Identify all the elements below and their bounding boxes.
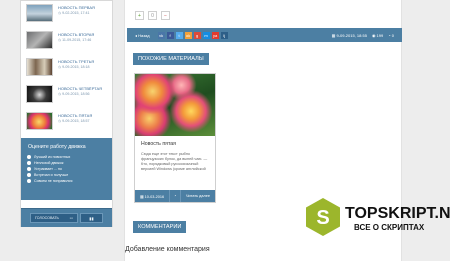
watermark-logo: S [306, 198, 340, 236]
post-comments: ◔ 0 [388, 33, 394, 38]
back-label: Назад [138, 32, 150, 38]
list-item[interactable]: НОВОСТЬ ВТОРАЯ 11-09-2015, 17:46 [26, 31, 108, 58]
poll-block: Оцените работу движка Лучший из новостны… [21, 138, 112, 200]
ballot-icon: ▭ [69, 216, 73, 220]
vote-button[interactable]: ГОЛОСОВАТЬ ▭ [30, 213, 78, 223]
comments-heading: КОММЕНТАРИИ [133, 221, 187, 233]
watermark-title: TOPSKRIPT.NET [345, 205, 450, 222]
post-comments-value: 0 [391, 32, 394, 38]
yandex-share-icon[interactable]: ya [211, 31, 219, 39]
rating-neutral-button[interactable]: 0 [148, 11, 157, 20]
list-item[interactable]: НОВОСТЬ ПЯТАЯ 9-09-2015, 18:57 [26, 112, 108, 139]
poll-actions: ГОЛОСОВАТЬ ▭ ▮▮ [21, 208, 112, 227]
post-meta: ▦ 9-09-2015, 18:55 ◉ 199 ◔ 0 [332, 33, 394, 38]
odnoklassniki-share-icon[interactable]: ok [184, 31, 192, 39]
news-date: 9-09-2015, 18:56 [58, 91, 102, 97]
news-thumbnail[interactable] [26, 85, 53, 103]
list-item[interactable]: НОВОСТЬ ПЕРВАЯ 9-02-2015, 17:41 [26, 4, 108, 31]
add-comment-heading: Добавление комментария [125, 246, 210, 253]
news-thumbnail[interactable] [26, 58, 53, 76]
read-more-link[interactable]: Читать далее [181, 194, 215, 198]
livejournal-share-icon[interactable]: lj [220, 31, 228, 39]
post-views-value: 199 [376, 32, 384, 38]
related-card[interactable]: Новость пятая Сюда еще этот текст рыбно … [134, 73, 216, 203]
news-date: 9-09-2015, 18:57 [58, 118, 92, 124]
poll-option-label: Совсем не понравился [34, 179, 73, 183]
poll-option[interactable]: Совсем не понравился [27, 178, 106, 184]
post-date-value: 9-09-2015, 18:55 [336, 32, 367, 38]
facebook-share-icon[interactable]: f [166, 31, 174, 39]
watermark-subtitle: ВСЕ О СКРИПТАХ [354, 223, 425, 232]
list-item[interactable]: НОВОСТЬ ЧЕТВЁРТАЯ 9-09-2015, 18:56 [26, 85, 108, 112]
related-card-date: ▦ 10-03-2016 [135, 194, 169, 199]
news-thumbnail[interactable] [26, 4, 53, 22]
post-views: ◉ 199 [372, 33, 383, 38]
news-date: 9-02-2015, 17:41 [58, 10, 95, 16]
related-card-title[interactable]: Новость пятая [135, 136, 215, 149]
watermark-logo-letter: S [316, 207, 329, 229]
related-card-image[interactable] [135, 74, 215, 136]
news-date: 11-09-2015, 17:46 [58, 37, 94, 43]
sidebar: НОВОСТЬ ПЕРВАЯ 9-02-2015, 17:41 НОВОСТЬ … [20, 0, 113, 227]
related-materials-heading: ПОХОЖИЕ МАТЕРИАЛЫ [133, 53, 209, 65]
comment-icon: ◔ [169, 190, 181, 202]
related-card-text: Сюда еще этот текст рыбно французских бу… [141, 152, 208, 171]
poll-title: Оцените работу движка [28, 144, 86, 150]
related-card-footer: ▦ 10-03-2016 ◔ Читать далее [135, 190, 215, 202]
back-link[interactable]: ◂ Назад [135, 33, 150, 38]
news-date: 9-09-2015, 18:18 [58, 64, 94, 70]
rating-controls: + 0 − [135, 11, 170, 20]
vote-button-label: ГОЛОСОВАТЬ [35, 216, 59, 220]
twitter-share-icon[interactable]: t [175, 31, 183, 39]
mailru-share-icon[interactable]: m [202, 31, 210, 39]
rating-minus-button[interactable]: − [161, 11, 170, 20]
radio-icon[interactable] [27, 173, 31, 177]
vk-share-icon[interactable]: vk [157, 31, 165, 39]
news-list: НОВОСТЬ ПЕРВАЯ 9-02-2015, 17:41 НОВОСТЬ … [21, 1, 112, 139]
google-share-icon[interactable]: g [193, 31, 201, 39]
bar-chart-icon: ▮▮ [89, 215, 94, 221]
radio-icon[interactable] [27, 179, 31, 183]
list-item[interactable]: НОВОСТЬ ТРЕТЬЯ 9-09-2015, 18:18 [26, 58, 108, 85]
news-thumbnail[interactable] [26, 112, 53, 130]
radio-icon[interactable] [27, 161, 31, 165]
poll-results-button[interactable]: ▮▮ [80, 213, 103, 223]
share-buttons: vk f t ok g m ya lj [157, 31, 228, 39]
news-thumbnail[interactable] [26, 31, 53, 49]
rating-plus-button[interactable]: + [135, 11, 144, 20]
radio-icon[interactable] [27, 155, 31, 159]
radio-icon[interactable] [27, 167, 31, 171]
post-toolbar: ◂ Назад vk f t ok g m ya lj ▦ 9-09-2015,… [127, 28, 402, 42]
post-date: ▦ 9-09-2015, 18:55 [332, 33, 367, 38]
related-card-date-value: 10-03-2016 [144, 194, 165, 199]
